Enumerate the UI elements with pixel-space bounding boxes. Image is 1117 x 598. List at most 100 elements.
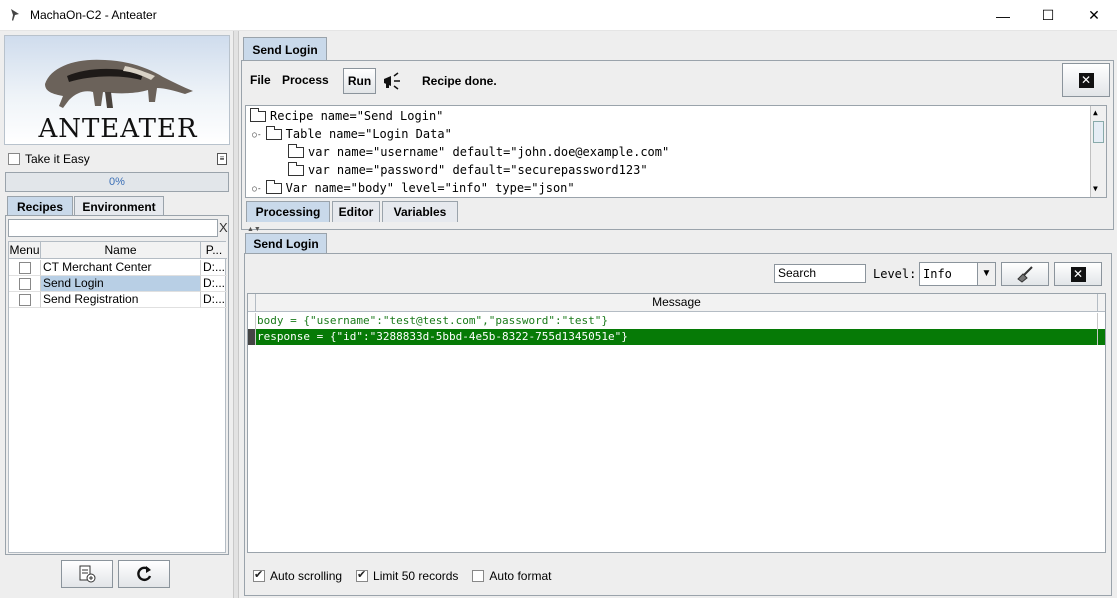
menu-checkbox[interactable] [18, 261, 31, 274]
left-pane: ANTEATER Take it Easy ≡ 0% Recipes Envir… [4, 35, 230, 595]
tab-variables[interactable]: Variables [382, 201, 458, 222]
tab-send-login[interactable]: Send Login [243, 37, 327, 61]
expand-icon[interactable]: ○- [252, 130, 262, 139]
folder-icon [250, 107, 266, 122]
maximize-icon: ☐ [1041, 7, 1055, 23]
tree-node[interactable]: ○- Var name="body" level="info" type="js… [252, 179, 575, 197]
checkbox-icon [472, 570, 485, 582]
recipe-toolbar: File Process Run Recipe done. ✕ [244, 63, 1111, 99]
log-message: body = {"username":"test@test.com","pass… [257, 314, 608, 327]
recipe-path: D:... [201, 276, 227, 292]
recipe-name: Send Login [41, 276, 201, 292]
run-button[interactable]: Run [343, 68, 376, 94]
search-input[interactable]: Search [774, 264, 866, 283]
level-select[interactable]: Info ▼ [919, 262, 996, 286]
take-it-easy-checkbox[interactable]: Take it Easy [8, 151, 90, 167]
auto-scrolling-checkbox[interactable]: Auto scrolling [253, 568, 342, 583]
log-panel: Search Level: Info ▼ ✕ Message body = {"… [244, 253, 1112, 596]
clear-log-button[interactable] [1001, 262, 1049, 286]
tree-node[interactable]: Recipe name="Send Login" [250, 107, 443, 125]
folder-icon [288, 143, 304, 158]
refresh-button[interactable] [118, 560, 170, 588]
progress-bar: 0% [5, 172, 229, 192]
refresh-icon [137, 566, 152, 582]
recipe-path: D:... [201, 260, 227, 276]
new-document-icon [79, 565, 96, 583]
column-header-path[interactable]: P... [201, 242, 227, 259]
close-log-button[interactable]: ✕ [1054, 262, 1102, 286]
log-options: Auto scrolling Limit 50 records Auto for… [253, 567, 565, 585]
table-row[interactable]: Send Login D:... [9, 276, 227, 292]
tab-recipes[interactable]: Recipes [7, 196, 73, 216]
recipe-name: Send Registration [41, 292, 201, 308]
scroll-up-icon[interactable]: ▲ [1093, 108, 1098, 117]
close-window-button[interactable]: ✕ [1071, 0, 1117, 31]
folder-icon [265, 179, 282, 194]
status-text: Recipe done. [422, 74, 497, 88]
recipe-name: CT Merchant Center [41, 260, 201, 276]
tab-log-send-login[interactable]: Send Login [245, 233, 327, 254]
column-header-message[interactable]: Message [256, 294, 1097, 312]
scroll-down-icon[interactable]: ▼ [1093, 184, 1098, 193]
anteater-logo: ANTEATER [4, 35, 230, 145]
table-row[interactable]: CT Merchant Center D:... [9, 260, 227, 276]
tree-scrollbar[interactable]: ▲ ▼ [1090, 106, 1106, 197]
menu-checkbox[interactable] [18, 293, 31, 306]
clear-filter-icon[interactable]: X [219, 220, 228, 235]
auto-format-checkbox[interactable]: Auto format [472, 569, 551, 583]
close-icon: ✕ [1070, 266, 1086, 282]
tree-node[interactable]: var name="password" default="securepassw… [288, 161, 648, 179]
tab-processing[interactable]: Processing [246, 201, 330, 222]
menu-process[interactable]: Process [282, 73, 329, 87]
recipe-path: D:... [201, 292, 227, 308]
collapse-icon[interactable]: ≡ [217, 153, 227, 165]
new-recipe-button[interactable] [61, 560, 113, 588]
app-icon [11, 9, 19, 21]
tree-node[interactable]: ○- Table name="Login Data" [252, 125, 452, 143]
level-label: Level: [873, 267, 917, 281]
pane-splitter[interactable] [233, 31, 239, 598]
announce-button[interactable] [379, 68, 407, 94]
table-row[interactable]: Send Registration D:... [9, 292, 227, 308]
log-row-selected[interactable]: response = {"id":"3288833d-5bbd-4e5b-832… [248, 329, 1105, 345]
split-handle[interactable]: ▲▼ [241, 226, 1114, 234]
maximize-button[interactable]: ☐ [1025, 0, 1071, 31]
folder-icon [265, 125, 282, 140]
menu-checkbox[interactable] [18, 277, 31, 290]
column-header-menu[interactable]: Menu [9, 242, 41, 259]
minimize-icon: — [996, 7, 1010, 24]
tab-editor[interactable]: Editor [332, 201, 380, 222]
checkbox-checked-icon [253, 568, 265, 582]
minimize-button[interactable]: — [980, 0, 1026, 31]
checkbox-icon [8, 153, 20, 165]
limit-records-checkbox[interactable]: Limit 50 records [356, 568, 458, 583]
tree-node[interactable]: var name="username" default="john.doe@ex… [288, 143, 669, 161]
folder-icon [288, 161, 304, 176]
tab-environment[interactable]: Environment [74, 196, 164, 216]
expand-icon[interactable]: ○- [252, 184, 262, 193]
recipes-panel: X Menu Name P... CT Merchant Center D:..… [5, 215, 229, 555]
recipe-tree: Recipe name="Send Login" ○- Table name="… [245, 105, 1107, 198]
title-bar: MachaOn-C2 - Anteater — ☐ ✕ [0, 0, 1117, 31]
main-window: ANTEATER Take it Easy ≡ 0% Recipes Envir… [0, 31, 1117, 598]
log-table: Message body = {"username":"test@test.co… [247, 293, 1106, 553]
level-value: Info [923, 267, 952, 281]
menu-file[interactable]: File [250, 73, 271, 87]
column-header-name[interactable]: Name [41, 242, 201, 259]
checkbox-checked-icon [356, 568, 369, 582]
logo-text: ANTEATER [38, 114, 198, 144]
anteater-image [45, 59, 193, 108]
recipe-table: Menu Name P... CT Merchant Center D:... … [8, 241, 227, 553]
scroll-thumb[interactable] [1093, 121, 1104, 143]
megaphone-icon [384, 72, 400, 90]
log-row[interactable]: body = {"username":"test@test.com","pass… [248, 313, 1105, 329]
chevron-down-icon[interactable]: ▼ [977, 263, 995, 285]
close-icon: ✕ [1078, 72, 1094, 88]
progress-text: 0% [109, 176, 125, 188]
take-it-easy-label: Take it Easy [25, 152, 90, 166]
broom-icon [1017, 266, 1033, 283]
recipe-filter-input[interactable] [8, 219, 218, 237]
log-message: response = {"id":"3288833d-5bbd-4e5b-832… [257, 330, 628, 343]
log-header: Message [248, 294, 1105, 312]
close-recipe-button[interactable]: ✕ [1062, 63, 1110, 97]
